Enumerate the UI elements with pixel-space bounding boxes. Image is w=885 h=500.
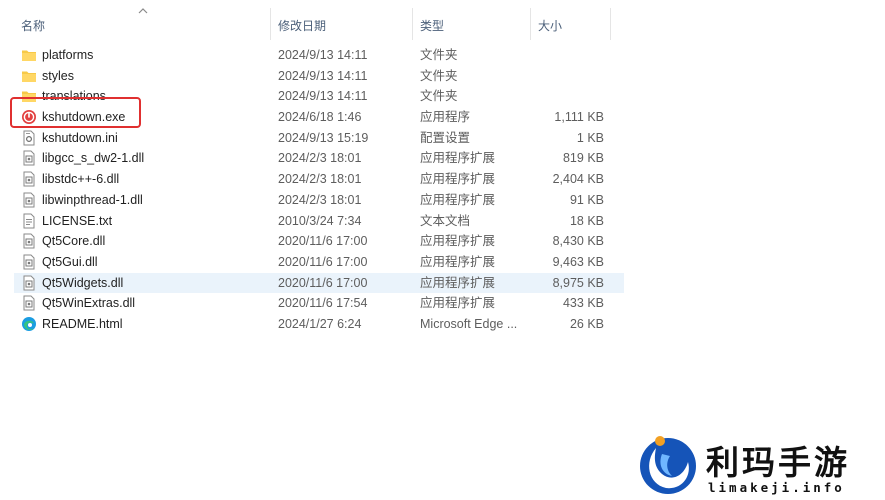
file-row[interactable]: libgcc_s_dw2-1.dll 2024/2/3 18:01 应用程序扩展 81…: [14, 148, 624, 169]
highlight-annotation-box: [10, 97, 141, 128]
file-row[interactable]: Qt5Gui.dll 2020/11/6 17:00 应用程序扩展 9,463 KB: [14, 252, 624, 273]
file-modified-date: 2024/9/13 14:11: [278, 68, 368, 83]
column-header-date[interactable]: 修改日期: [270, 0, 412, 40]
dll-file-icon: [21, 150, 37, 166]
file-modified-date: 2020/11/6 17:00: [278, 254, 368, 269]
file-type: 配置设置: [420, 130, 471, 145]
file-name: Qt5Widgets.dll: [42, 275, 124, 290]
file-modified-date: 2024/2/3 18:01: [278, 151, 362, 166]
dll-file-icon: [21, 233, 37, 249]
file-size: 18 KB: [569, 213, 604, 228]
file-size: 1 KB: [576, 130, 604, 145]
file-name: Qt5WinExtras.dll: [42, 296, 136, 311]
file-modified-date: 2024/1/27 6:24: [278, 316, 362, 331]
dll-file-icon: [21, 254, 37, 270]
file-modified-date: 2010/3/24 7:34: [278, 213, 362, 228]
file-modified-date: 2020/11/6 17:54: [278, 296, 368, 311]
column-header-name[interactable]: 名称: [13, 0, 270, 40]
dll-file-icon: [21, 192, 37, 208]
file-name: libgcc_s_dw2-1.dll: [42, 151, 145, 166]
file-row[interactable]: platforms 2024/9/13 14:11 文件夹: [14, 45, 624, 66]
file-type: 应用程序扩展: [420, 192, 496, 207]
file-row[interactable]: Qt5Core.dll 2020/11/6 17:00 应用程序扩展 8,430 KB: [14, 231, 624, 252]
file-modified-date: 2024/6/18 1:46: [278, 110, 362, 125]
file-modified-date: 2020/11/6 17:00: [278, 275, 368, 290]
text-file-icon: [21, 213, 37, 229]
file-type: 文件夹: [420, 68, 458, 83]
file-row[interactable]: kshutdown.ini 2024/9/13 15:19 配置设置 1 KB: [14, 128, 624, 149]
file-name: LICENSE.txt: [42, 213, 113, 228]
file-row[interactable]: Qt5WinExtras.dll 2020/11/6 17:54 应用程序扩展 433…: [14, 293, 624, 314]
column-divider[interactable]: [610, 8, 611, 40]
settings-file-icon: [21, 130, 37, 146]
file-size: 26 KB: [569, 316, 604, 331]
file-row[interactable]: libwinpthread-1.dll 2024/2/3 18:01 应用程序扩展 9…: [14, 190, 624, 211]
file-modified-date: 2024/2/3 18:01: [278, 172, 362, 187]
column-header-size[interactable]: 大小: [530, 0, 610, 40]
watermark-url: limakeji.info: [708, 480, 845, 495]
file-modified-date: 2024/9/13 14:11: [278, 48, 368, 62]
file-name: styles: [42, 68, 74, 83]
file-type: Microsoft Edge ...: [420, 316, 518, 331]
file-name: Qt5Gui.dll: [42, 254, 98, 269]
file-type: 应用程序扩展: [420, 254, 496, 269]
file-size: 91 KB: [569, 192, 604, 207]
edge-browser-icon: [21, 316, 37, 332]
file-name: platforms: [42, 48, 94, 62]
sort-ascending-icon[interactable]: [138, 7, 148, 15]
file-type: 应用程序: [420, 110, 471, 125]
file-name: Qt5Core.dll: [42, 234, 106, 249]
file-size: 9,463 KB: [552, 254, 604, 269]
file-name: kshutdown.ini: [42, 130, 118, 145]
file-size: 1,111 KB: [554, 110, 604, 125]
file-type: 文件夹: [420, 89, 458, 104]
file-size: 433 KB: [562, 296, 604, 311]
dll-file-icon: [21, 171, 37, 187]
file-name: libstdc++-6.dll: [42, 172, 120, 187]
file-modified-date: 2024/9/13 14:11: [278, 89, 368, 104]
dll-file-icon: [21, 275, 37, 291]
watermark-logo-icon: [640, 436, 696, 494]
file-modified-date: 2020/11/6 17:00: [278, 234, 368, 249]
file-type: 应用程序扩展: [420, 151, 496, 166]
column-header-type[interactable]: 类型: [412, 0, 530, 40]
file-type: 应用程序扩展: [420, 234, 496, 249]
file-row[interactable]: libstdc++-6.dll 2024/2/3 18:01 应用程序扩展 2,404…: [14, 169, 624, 190]
file-type: 文件夹: [420, 48, 458, 62]
file-size: 2,404 KB: [552, 172, 604, 187]
watermark-title: 利玛手游: [706, 443, 850, 482]
file-size: 8,430 KB: [552, 234, 604, 249]
file-type: 应用程序扩展: [420, 296, 496, 311]
file-row[interactable]: LICENSE.txt 2010/3/24 7:34 文本文档 18 KB: [14, 211, 624, 232]
file-list: platforms 2024/9/13 14:11 文件夹 styles 2024/9/…: [14, 45, 624, 335]
file-name: libwinpthread-1.dll: [42, 192, 143, 207]
file-row[interactable]: README.html 2024/1/27 6:24 Microsoft Edge …: [14, 314, 624, 335]
column-header-bar: 名称 修改日期 类型 大小: [0, 0, 885, 40]
file-size: 819 KB: [562, 151, 604, 166]
file-modified-date: 2024/2/3 18:01: [278, 192, 362, 207]
file-type: 应用程序扩展: [420, 275, 496, 290]
file-row[interactable]: Qt5Widgets.dll 2020/11/6 17:00 应用程序扩展 8,975…: [14, 272, 624, 294]
file-type: 应用程序扩展: [420, 172, 496, 187]
file-type: 文本文档: [420, 213, 471, 228]
folder-icon: [21, 68, 37, 84]
folder-icon: [21, 47, 37, 63]
file-name: README.html: [42, 316, 123, 331]
file-modified-date: 2024/9/13 15:19: [278, 130, 369, 145]
watermark: 利玛手游 limakeji.info: [636, 432, 885, 500]
file-row[interactable]: styles 2024/9/13 14:11 文件夹: [14, 66, 624, 87]
dll-file-icon: [21, 295, 37, 311]
file-size: 8,975 KB: [552, 275, 604, 290]
